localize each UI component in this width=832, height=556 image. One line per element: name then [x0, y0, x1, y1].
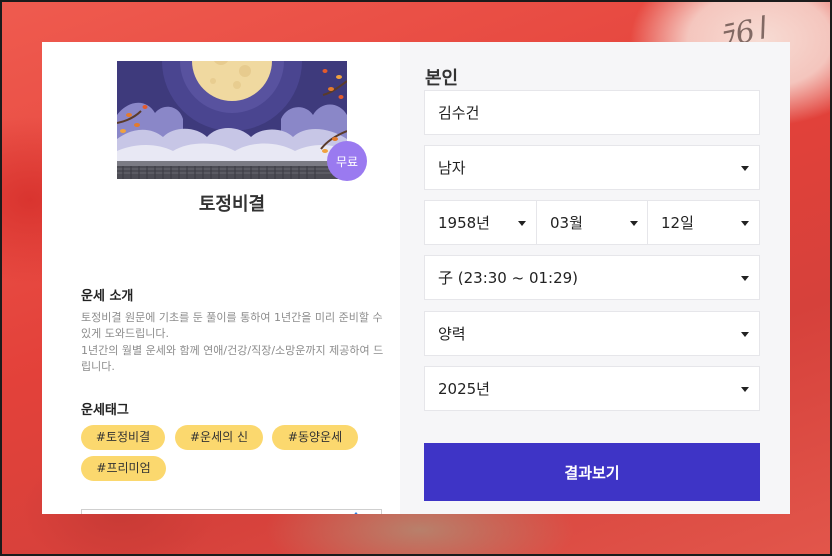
birth-month-value: 03월 — [550, 214, 583, 232]
chevron-down-icon — [741, 387, 749, 392]
chevron-down-icon — [741, 276, 749, 281]
view-result-button[interactable]: 결과보기 — [424, 443, 760, 501]
ad-choices-icon[interactable] — [351, 512, 361, 514]
self-section-label: 본인 — [425, 68, 459, 89]
ad-box — [81, 509, 382, 514]
gender-value: 남자 — [438, 159, 466, 177]
birth-day-value: 12일 — [661, 214, 694, 232]
birth-time-value: 子 (23:30 ~ 01:29) — [438, 269, 579, 287]
birth-time-select[interactable]: 子 (23:30 ~ 01:29) — [424, 255, 760, 300]
tags-heading: 운세태그 — [81, 403, 129, 418]
tag-chip[interactable]: #운세의 신 — [175, 425, 263, 450]
product-thumbnail: 무료 — [117, 61, 367, 181]
birth-month-select[interactable]: 03월 — [536, 200, 649, 245]
product-info-panel: 무료 토정비결 운세 소개 토정비결 원문에 기초를 둔 풀이를 통하여 1년간… — [64, 42, 383, 514]
tag-chip[interactable]: #토정비결 — [81, 425, 165, 450]
gender-select[interactable]: 남자 — [424, 145, 760, 190]
chevron-down-icon — [518, 221, 526, 226]
chevron-down-icon — [741, 221, 749, 226]
tag-chip[interactable]: #동양운세 — [272, 425, 358, 450]
free-badge: 무료 — [327, 141, 367, 181]
product-title: 토정비결 — [198, 194, 266, 215]
chevron-down-icon — [741, 332, 749, 337]
name-value: 김수건 — [438, 104, 480, 122]
target-year-select[interactable]: 2025년 — [424, 366, 760, 411]
chevron-down-icon — [741, 166, 749, 171]
full-moon-illustration — [117, 61, 347, 179]
intro-paragraph: 토정비결 원문에 기초를 둔 풀이를 통하여 1년간을 미리 준비할 수 있게 … — [81, 311, 383, 341]
birth-year-value: 1958년 — [438, 214, 490, 232]
calendar-type-value: 양력 — [438, 325, 466, 343]
target-year-value: 2025년 — [438, 380, 490, 398]
name-input[interactable]: 김수건 — [424, 90, 760, 135]
intro-paragraph: 1년간의 월별 운세와 함께 연애/건강/직장/소망운까지 제공하여 드립니다. — [81, 343, 384, 373]
fortune-card: 무료 토정비결 운세 소개 토정비결 원문에 기초를 둔 풀이를 통하여 1년간… — [42, 42, 790, 514]
birth-year-select[interactable]: 1958년 — [424, 200, 537, 245]
input-form-panel: 본인 김수건 남자 1958년 03월 12일 子 (23:30 ~ 01:29… — [400, 42, 790, 514]
intro-description: 토정비결 원문에 기초를 둔 풀이를 통하여 1년간을 미리 준비할 수 있게 … — [81, 310, 385, 375]
intro-heading: 운세 소개 — [81, 289, 134, 304]
calendar-type-select[interactable]: 양력 — [424, 311, 760, 356]
birth-day-select[interactable]: 12일 — [647, 200, 760, 245]
chevron-down-icon — [630, 221, 638, 226]
tag-chip[interactable]: #프리미엄 — [81, 456, 166, 481]
